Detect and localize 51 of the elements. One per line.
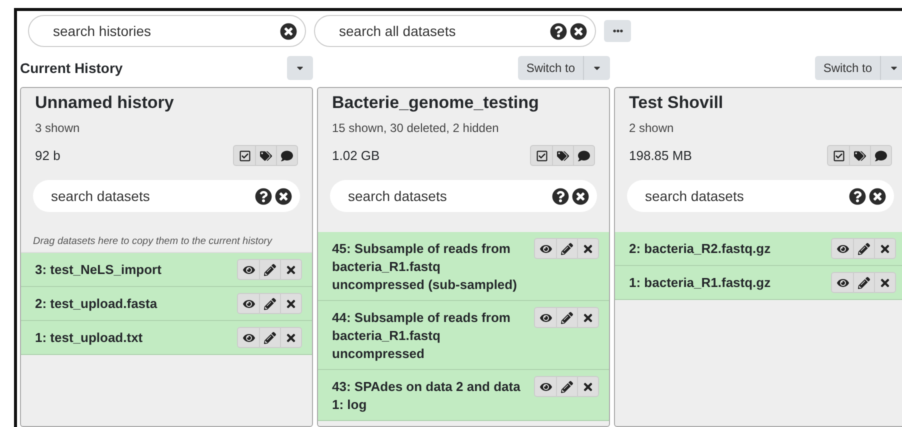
current-history-label: Current History bbox=[20, 60, 123, 76]
dataset-name[interactable]: 2: test_upload.fasta bbox=[35, 293, 229, 313]
search-field[interactable]: search datasets bbox=[627, 180, 894, 212]
dropdown-button[interactable] bbox=[287, 56, 313, 80]
search-input[interactable]: search histories bbox=[51, 22, 277, 40]
clear-icon[interactable] bbox=[280, 22, 297, 40]
dropdown-button[interactable] bbox=[881, 56, 902, 80]
history-name: Unnamed history bbox=[34, 92, 175, 113]
dataset-item[interactable]: 3: test_NeLS_import bbox=[21, 253, 312, 287]
search-input[interactable]: search datasets bbox=[346, 187, 549, 205]
more-button[interactable] bbox=[604, 20, 631, 42]
dataset-name[interactable]: 2: bacteria_R2.fastq.gz bbox=[629, 238, 823, 258]
search-field[interactable]: search all datasets bbox=[314, 15, 596, 47]
switch-button[interactable]: Switch to bbox=[815, 56, 881, 80]
clear-icon[interactable] bbox=[570, 22, 587, 40]
search-input[interactable]: search datasets bbox=[643, 187, 846, 205]
clear-icon[interactable] bbox=[869, 188, 886, 204]
dataset-item[interactable]: 44: Subsample of reads from bacteria_R1.fastq uncompressed bbox=[318, 301, 609, 370]
dataset-name[interactable]: 43: SPAdes on data 2 and data 1: log bbox=[332, 376, 526, 414]
search-input[interactable]: search all datasets bbox=[337, 22, 547, 40]
history-summary: 3 shown bbox=[34, 120, 81, 135]
help-icon[interactable] bbox=[552, 188, 569, 204]
search-field[interactable]: search datasets bbox=[330, 180, 597, 212]
help-icon[interactable] bbox=[255, 188, 272, 204]
help-icon[interactable] bbox=[550, 22, 567, 40]
history-name: Bacterie_genome_testing bbox=[331, 92, 540, 113]
dataset-item[interactable]: 43: SPAdes on data 2 and data 1: log bbox=[318, 370, 609, 421]
dataset-item[interactable]: 1: bacteria_R1.fastq.gz bbox=[615, 266, 902, 300]
search-field[interactable]: search datasets bbox=[33, 180, 300, 212]
dataset-name[interactable]: 1: test_upload.txt bbox=[35, 327, 229, 347]
switch-button[interactable]: Switch to bbox=[518, 56, 584, 80]
history-summary: 2 shown bbox=[628, 120, 675, 135]
history-summary: 15 shown, 30 deleted, 2 hidden bbox=[331, 120, 500, 135]
dataset-item[interactable]: 1: test_upload.txt bbox=[21, 321, 312, 355]
dataset-item[interactable]: 45: Subsample of reads from bacteria_R1.fastq uncompressed (sub-sampled) bbox=[318, 232, 609, 301]
dataset-item[interactable]: 2: test_upload.fasta bbox=[21, 287, 312, 321]
history-size: 198.85 MB bbox=[629, 148, 692, 163]
history-size: 92 b bbox=[35, 148, 60, 163]
dataset-name[interactable]: 44: Subsample of reads from bacteria_R1.fastq uncompressed bbox=[332, 307, 526, 363]
dataset-name[interactable]: 1: bacteria_R1.fastq.gz bbox=[629, 272, 823, 292]
dataset-item[interactable]: 2: bacteria_R2.fastq.gz bbox=[615, 232, 902, 266]
dataset-name[interactable]: 3: test_NeLS_import bbox=[35, 259, 229, 279]
help-icon[interactable] bbox=[849, 188, 866, 204]
dropdown-button[interactable] bbox=[584, 56, 610, 80]
clear-icon[interactable] bbox=[275, 188, 292, 204]
search-field[interactable]: search histories bbox=[28, 15, 306, 47]
history-size: 1.02 GB bbox=[332, 148, 380, 163]
dataset-name[interactable]: 45: Subsample of reads from bacteria_R1.fastq uncompressed (sub-sampled) bbox=[332, 238, 526, 294]
history-name: Test Shovill bbox=[628, 92, 724, 113]
search-input[interactable]: search datasets bbox=[49, 187, 252, 205]
clear-icon[interactable] bbox=[572, 188, 589, 204]
